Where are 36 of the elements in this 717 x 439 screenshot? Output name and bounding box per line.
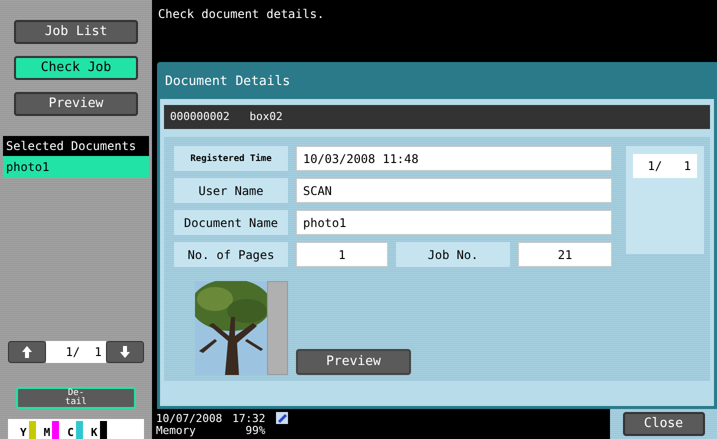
memory-label: Memory (156, 425, 197, 437)
document-icon (275, 411, 290, 425)
message-text: Check document details. (158, 7, 324, 21)
toner-label: K (90, 426, 98, 439)
field-label: Job No. (396, 242, 510, 267)
memory-value: 99% (245, 425, 266, 437)
field-label: Document Name (174, 210, 288, 235)
dialog-title: Document Details (165, 73, 290, 92)
nav-button[interactable]: Job List (14, 20, 138, 44)
arrow-down-icon (120, 346, 130, 358)
preview-button[interactable]: Preview (296, 349, 411, 375)
field-value: SCAN (296, 178, 612, 203)
toner-label: C (67, 426, 74, 439)
field-label: No. of Pages (174, 242, 288, 267)
status-date: 10/07/2008 (156, 413, 222, 425)
toner-label: M (44, 426, 50, 439)
page-down-button[interactable] (106, 341, 144, 364)
toner-label: Y (20, 426, 27, 439)
field-label: User Name (174, 178, 288, 203)
arrow-up-icon (22, 346, 32, 358)
field-label: Registered Time (174, 146, 288, 171)
field-value: 1 (296, 242, 388, 267)
page-counter: 1/ 1 (633, 154, 697, 178)
close-button[interactable]: Close (622, 412, 704, 436)
field-value: photo1 (296, 210, 612, 235)
status-time: 17:32 (232, 413, 266, 425)
list-header: Selected Documents (3, 136, 149, 156)
box-info-bar: 000000002 box02 (164, 105, 710, 129)
detail-button[interactable]: De- tail (16, 387, 136, 410)
page-counter: 1/ 1 (46, 341, 106, 364)
field-value: 21 (518, 242, 612, 267)
document-item[interactable]: photo1 (3, 156, 149, 178)
page-up-button[interactable] (8, 341, 46, 364)
nav-button[interactable]: Preview (14, 92, 138, 116)
field-value: 10/03/2008 11:48 (296, 146, 612, 171)
nav-button[interactable]: Check Job (14, 56, 138, 80)
